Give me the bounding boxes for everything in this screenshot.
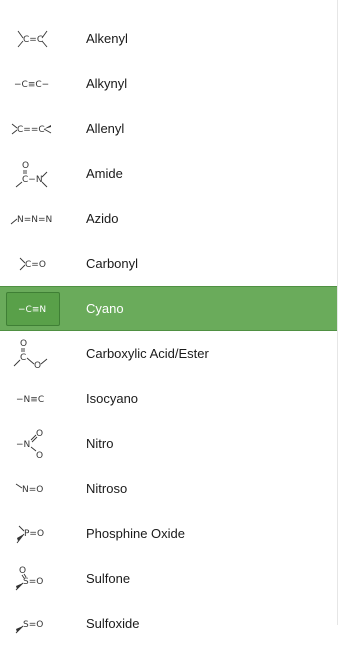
functional-group-panel: C=C Alkenyl −C≡C− Alkynyl C==C Allenyl O… (0, 0, 338, 633)
list-item-label: Phosphine Oxide (86, 526, 186, 541)
amide-icon: O C−N (8, 160, 56, 188)
carboxylic-carbon: C (20, 353, 26, 363)
list-item-label: Nitroso (86, 481, 128, 496)
nitroso-formula: N=O (22, 485, 43, 495)
sulfone-icon: O S=O (8, 565, 56, 593)
nitro-icon: −N O O (8, 429, 56, 461)
alkenyl-icon: C=C (8, 25, 56, 53)
sulfone-formula: S=O (23, 577, 43, 587)
isocyano-icon: −N≡C (8, 385, 56, 413)
carboxylic-acid-ester-icon: O C O (8, 339, 56, 371)
list-item-amide[interactable]: O C−N Amide (0, 151, 337, 196)
list-item-isocyano[interactable]: −N≡C Isocyano (0, 376, 337, 421)
functional-group-list: C=C Alkenyl −C≡C− Alkynyl C==C Allenyl O… (0, 16, 337, 646)
list-item-nitroso[interactable]: N=O Nitroso (0, 466, 337, 511)
list-item-alkynyl[interactable]: −C≡C− Alkynyl (0, 61, 337, 106)
list-item-label: Azido (86, 211, 119, 226)
amide-formula: C−N (22, 175, 43, 185)
list-item-sulfone[interactable]: O S=O Sulfone (0, 556, 337, 601)
carboxylic-oxygen-top: O (20, 339, 27, 349)
list-item-carboxylic-acid-ester[interactable]: O C O Carboxylic Acid/Ester (0, 331, 337, 376)
carbonyl-formula: C=O (25, 260, 46, 270)
list-item-label: Carbonyl (86, 256, 139, 271)
cyano-icon: −C≡N (6, 291, 60, 326)
list-item-cyano[interactable]: −C≡N Cyano (0, 286, 337, 331)
list-item-alkenyl[interactable]: C=C Alkenyl (0, 16, 337, 61)
list-item-label: Carboxylic Acid/Ester (86, 346, 209, 361)
nitroso-icon: N=O (8, 475, 56, 503)
list-item-label: Sulfone (86, 571, 131, 586)
nitro-oxygen-top: O (36, 429, 43, 439)
list-item-label: Allenyl (86, 121, 125, 136)
sulfone-oxygen: O (19, 566, 26, 576)
alkynyl-formula: −C≡C− (14, 80, 49, 90)
list-item-phosphine-oxide[interactable]: P=O Phosphine Oxide (0, 511, 337, 556)
nitro-oxygen-bottom: O (36, 451, 43, 461)
list-item-label: Alkynyl (86, 76, 128, 91)
list-item-label: Alkenyl (86, 31, 128, 46)
list-item-sulfoxide[interactable]: S=O Sulfoxide (0, 601, 337, 646)
list-item-label: Nitro (86, 436, 114, 451)
list-item-carbonyl[interactable]: C=O Carbonyl (0, 241, 337, 286)
list-item-label: Sulfoxide (86, 616, 140, 631)
carbonyl-icon: C=O (8, 250, 56, 278)
azido-formula: N=N=N (17, 215, 52, 225)
nitro-nitrogen: −N (16, 440, 30, 450)
list-item-label: Amide (86, 166, 123, 181)
alkenyl-formula: C=C (23, 35, 43, 45)
azido-icon: N=N=N (8, 205, 56, 233)
allenyl-formula: C==C (17, 125, 45, 135)
allenyl-icon: C==C (8, 115, 56, 143)
list-item-nitro[interactable]: −N O O Nitro (0, 421, 337, 466)
phosphine-oxide-icon: P=O (8, 520, 56, 548)
isocyano-formula: −N≡C (16, 395, 44, 405)
list-item-label: Cyano (86, 301, 124, 316)
sulfoxide-icon: S=O (8, 610, 56, 638)
phosphine-oxide-formula: P=O (24, 529, 44, 539)
list-item-label: Isocyano (86, 391, 139, 406)
cyano-formula: −C≡N (18, 305, 46, 315)
amide-oxygen: O (22, 161, 29, 171)
carboxylic-oxygen-ester: O (34, 361, 41, 371)
list-item-allenyl[interactable]: C==C Allenyl (0, 106, 337, 151)
list-item-azido[interactable]: N=N=N Azido (0, 196, 337, 241)
alkynyl-icon: −C≡C− (8, 70, 56, 98)
